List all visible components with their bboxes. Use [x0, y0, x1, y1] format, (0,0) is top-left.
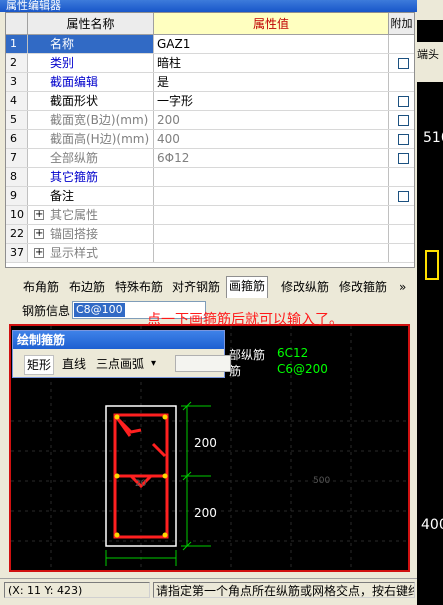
line-button[interactable]: 直线	[60, 355, 88, 373]
property-name: 截面高(H边)(mm)	[28, 130, 154, 148]
grid-row[interactable]: 8 其它箍筋	[6, 168, 414, 187]
expand-icon[interactable]: +	[34, 210, 44, 220]
grid-row[interactable]: 1 名称 GAZ1	[6, 35, 414, 54]
add-checkbox[interactable]	[398, 96, 409, 107]
row-number: 37	[6, 244, 28, 262]
strip-title: 端头	[417, 42, 443, 82]
property-name: 其它箍筋	[28, 168, 154, 186]
rectangle-button[interactable]: 矩形	[24, 355, 55, 375]
longbar-value: 6C12	[277, 346, 309, 360]
row-number: 8	[6, 168, 28, 186]
grid-row[interactable]: 10 其它属性 +	[6, 206, 414, 225]
tab-corner-bar[interactable]: 布角筋	[21, 278, 61, 297]
add-checkbox[interactable]	[398, 153, 409, 164]
property-value[interactable]: GAZ1	[154, 35, 389, 53]
dimension-top: 200	[194, 436, 217, 450]
property-value[interactable]: 200	[154, 111, 389, 129]
row-number: 3	[6, 73, 28, 91]
row-number: 5	[6, 111, 28, 129]
toolbar-combo[interactable]	[175, 355, 231, 372]
grid-corner	[6, 13, 28, 35]
property-value[interactable]: 是	[154, 73, 389, 91]
toolbar-title: 绘制箍筋	[13, 331, 224, 349]
property-name: 其它属性	[28, 206, 154, 224]
hint-text: 点一下画箍筋后就可以输入了。	[147, 312, 343, 328]
row-number: 10	[6, 206, 28, 224]
add-checkbox[interactable]	[398, 134, 409, 145]
header-value: 属性值	[154, 13, 389, 35]
window-title: 属性编辑器	[0, 0, 417, 12]
tab-align-bar[interactable]: 对齐钢筋	[170, 278, 222, 297]
property-value[interactable]: 暗柱	[154, 54, 389, 72]
property-grid: 属性名称 属性值 附加 1 名称 GAZ1 2 类别 暗柱 3 截面编辑是 4 截面形状 一字形 5 截…	[5, 12, 415, 268]
row-number: 6	[6, 130, 28, 148]
tab-edge-bar[interactable]: 布边筋	[67, 278, 107, 297]
row-number: 2	[6, 54, 28, 72]
grid-row[interactable]: 7 全部纵筋 6Φ12	[6, 149, 414, 168]
property-value[interactable]	[154, 225, 389, 243]
property-name: 截面形状	[28, 92, 154, 110]
three-point-arc-button[interactable]: 三点画弧	[94, 355, 146, 373]
add-checkbox[interactable]	[398, 58, 409, 69]
grid-row[interactable]: 9 备注	[6, 187, 414, 206]
dimension-bottom: 200	[194, 506, 217, 520]
property-value[interactable]: 400	[154, 130, 389, 148]
rebar-info-label: 钢筋信息	[22, 304, 71, 318]
expand-icon[interactable]: +	[34, 248, 44, 258]
status-bar: (X: 11 Y: 423) 请指定第一个角点所在纵筋或网格交点，按右键终止	[0, 578, 417, 600]
strip-yellow-element	[425, 250, 439, 280]
expand-icon[interactable]: +	[34, 229, 44, 239]
grid-row[interactable]: 5 截面宽(B边)(mm) 200	[6, 111, 414, 130]
tab-modify-longbar[interactable]: 修改纵筋	[279, 278, 331, 297]
status-coords: (X: 11 Y: 423)	[4, 582, 150, 598]
add-checkbox[interactable]	[398, 191, 409, 202]
strip-toolbar	[417, 0, 443, 20]
grid-label-500: 500	[313, 476, 331, 486]
property-value[interactable]: 一字形	[154, 92, 389, 110]
property-value[interactable]	[154, 168, 389, 186]
row-number: 9	[6, 187, 28, 205]
property-name: 备注	[28, 187, 154, 205]
tab-modify-stirrup[interactable]: 修改箍筋	[337, 278, 389, 297]
grid-row[interactable]: 6 截面高(H边)(mm) 400	[6, 130, 414, 149]
grid-row[interactable]: 2 类别 暗柱	[6, 54, 414, 73]
property-name: 全部纵筋	[28, 149, 154, 167]
status-message: 请指定第一个角点所在纵筋或网格交点，按右键终止	[153, 582, 415, 598]
row-number: 22	[6, 225, 28, 243]
tab-draw-stirrup[interactable]: 画箍筋	[226, 276, 269, 298]
header-add: 附加	[389, 13, 414, 35]
property-name: 名称	[28, 35, 154, 53]
rebar-info-value[interactable]: C8@100	[74, 303, 125, 317]
tab-strip: 布角筋 布边筋 特殊布筋 对齐钢筋 画箍筋 修改纵筋 修改箍筋 »	[5, 276, 415, 298]
tab-more-arrow[interactable]: »	[397, 278, 408, 297]
grid-row[interactable]: 3 截面编辑是	[6, 73, 414, 92]
row-number: 4	[6, 92, 28, 110]
property-name: 截面编辑	[28, 73, 154, 91]
property-value[interactable]: 6Φ12	[154, 149, 389, 167]
grid-label-20: 20	[135, 479, 147, 489]
longbar-label: 部纵筋	[229, 348, 266, 362]
strip-number-510: 510	[423, 130, 443, 146]
row-number: 1	[6, 35, 28, 53]
property-name: 显示样式	[28, 244, 154, 262]
add-checkbox[interactable]	[398, 115, 409, 126]
property-name: 类别	[28, 54, 154, 72]
arc-dropdown-icon[interactable]: ▾	[149, 355, 158, 373]
background-cad-strip: 端头 510 400	[417, 0, 443, 605]
property-editor-window: 属性编辑器 属性名称 属性值 附加 1 名称 GAZ1 2 类别 暗柱 3 截面编辑是 4 截面形…	[0, 0, 417, 605]
property-value[interactable]	[154, 187, 389, 205]
grid-row[interactable]: 4 截面形状 一字形	[6, 92, 414, 111]
header-name: 属性名称	[28, 13, 154, 35]
draw-stirrup-toolbar: 绘制箍筋 矩形 直线 三点画弧 ▾	[12, 330, 231, 378]
row-number: 7	[6, 149, 28, 167]
property-value[interactable]	[154, 244, 389, 262]
stirrup-value: C6@200	[277, 362, 328, 376]
strip-number-400: 400	[421, 517, 443, 533]
grid-row[interactable]: 37 显示样式 +	[6, 244, 414, 263]
tab-special-bar[interactable]: 特殊布筋	[113, 278, 165, 297]
property-name: 截面宽(B边)(mm)	[28, 111, 154, 129]
grid-row[interactable]: 22 锚固搭接 +	[6, 225, 414, 244]
property-value[interactable]	[154, 206, 389, 224]
property-name: 锚固搭接	[28, 225, 154, 243]
